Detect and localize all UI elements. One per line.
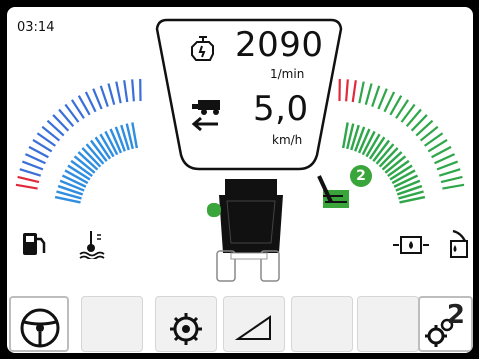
fuel-pump-icon — [23, 233, 46, 255]
hydraulic-oil-icon — [450, 229, 468, 258]
engine-speed-unit: 1/min — [270, 67, 305, 81]
softkey-5-button[interactable] — [291, 296, 353, 352]
rotor-icon — [170, 313, 202, 345]
ramp-icon — [234, 315, 271, 340]
engine-icon — [191, 36, 214, 61]
travel-speed-value: 5,0 — [253, 89, 309, 129]
terminal-screen: 03:14 2090 1/min 5,0 km/h 2 2 — [7, 7, 473, 353]
combine-reverse-icon — [191, 100, 220, 132]
header-mode-icon — [317, 175, 349, 208]
softkey-2-button[interactable] — [81, 296, 143, 352]
steering-button[interactable] — [9, 296, 69, 352]
gears-button[interactable]: 2 — [418, 296, 473, 352]
combine-top-view-icon — [207, 179, 283, 282]
work-mode-count-badge: 2 — [350, 165, 372, 187]
softkey-row: 2 — [7, 296, 473, 353]
steering-wheel-icon — [20, 308, 60, 348]
rotor-button[interactable] — [155, 296, 217, 352]
engine-oil-pressure-icon — [393, 236, 429, 254]
gears-count-label: 2 — [446, 300, 465, 330]
coolant-temperature-icon — [79, 231, 105, 259]
travel-speed-unit: km/h — [272, 133, 303, 147]
engine-speed-value: 2090 — [235, 25, 324, 65]
softkey-6-button[interactable] — [357, 296, 419, 352]
ramp-button[interactable] — [223, 296, 285, 352]
